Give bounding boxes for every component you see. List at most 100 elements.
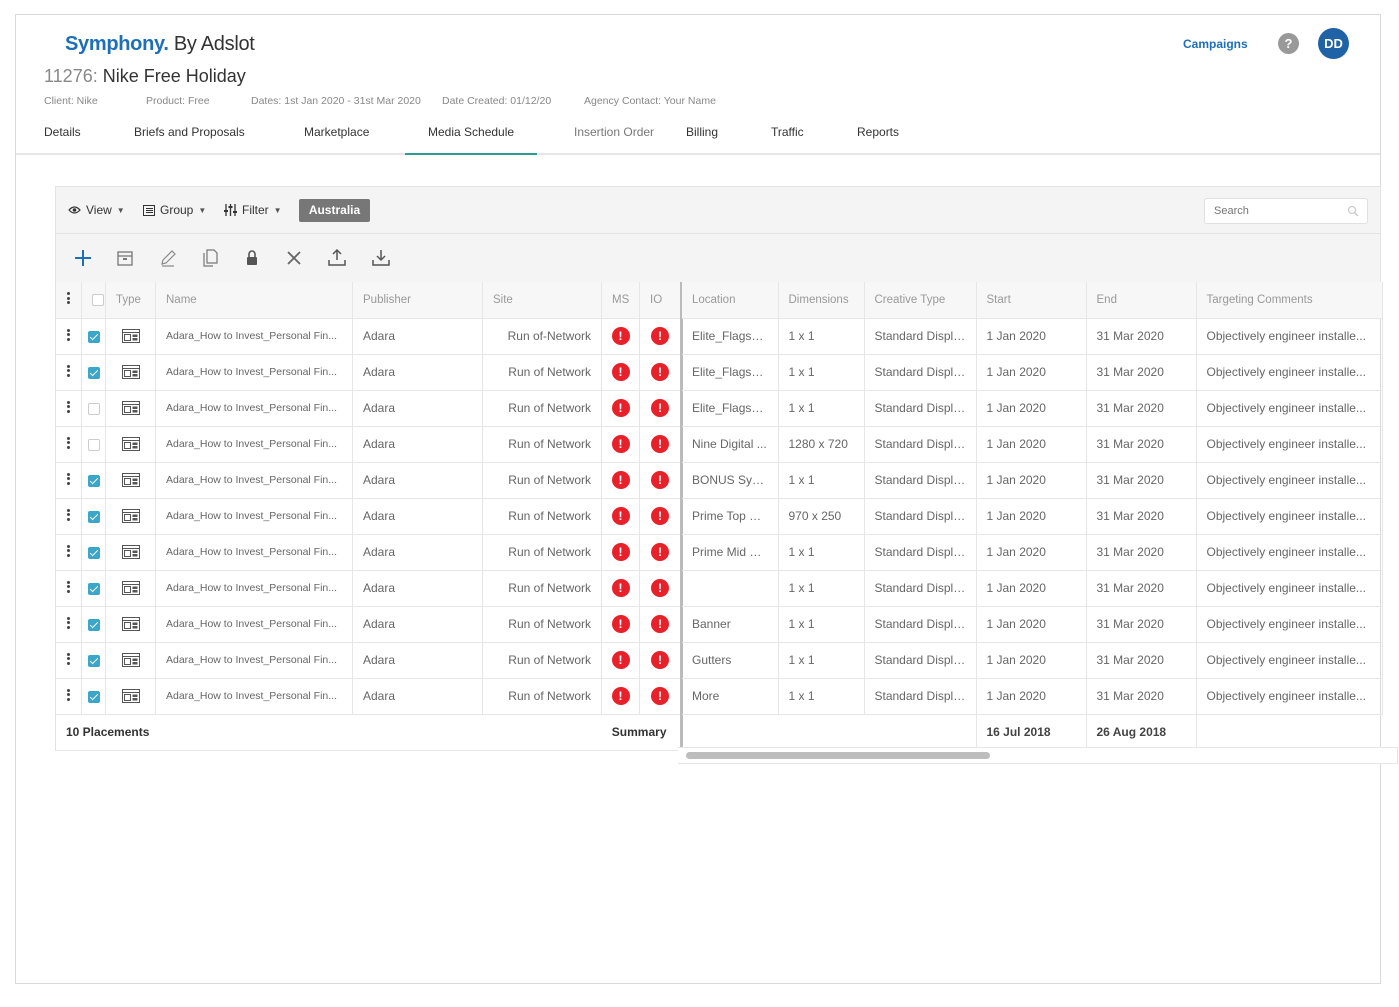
name-cell[interactable]: Adara_How to Invest_Personal Fin... — [155, 354, 353, 391]
table-row[interactable]: Adara_How to Invest_Personal Fin... Adara… — [55, 678, 681, 715]
col-header-targeting-comments[interactable]: Targeting Comments — [1196, 282, 1383, 319]
table-row[interactable]: Adara_How to Invest_Personal Fin... Adara… — [55, 570, 681, 607]
row-select[interactable] — [81, 678, 106, 715]
add-icon[interactable] — [72, 247, 94, 269]
table-row[interactable]: Elite_Flagsh... 1 x 1 Standard Display 1 Ja… — [682, 354, 1383, 391]
download-icon[interactable] — [370, 247, 392, 269]
row-menu[interactable] — [55, 642, 82, 679]
tab-media-schedule[interactable]: Media Schedule — [428, 125, 514, 139]
row-select[interactable] — [81, 462, 106, 499]
ms-status-cell[interactable]: ! — [601, 318, 640, 355]
table-row[interactable]: 1 x 1 Standard Display 1 Jan 2020 31 Mar 20… — [682, 570, 1383, 607]
tab-marketplace[interactable]: Marketplace — [304, 125, 369, 139]
row-select[interactable] — [81, 534, 106, 571]
table-row[interactable]: Adara_How to Invest_Personal Fin... Adara… — [55, 498, 681, 535]
row-select[interactable] — [81, 642, 106, 679]
group-menu-button[interactable]: Group ▼ — [143, 203, 206, 217]
ms-status-cell[interactable]: ! — [601, 390, 640, 427]
ms-status-cell[interactable]: ! — [601, 498, 640, 535]
error-icon[interactable]: ! — [651, 615, 669, 633]
error-icon[interactable]: ! — [651, 399, 669, 417]
error-icon[interactable]: ! — [651, 363, 669, 381]
col-header-start[interactable]: Start — [976, 282, 1087, 319]
io-status-cell[interactable]: ! — [639, 390, 681, 427]
row-checkbox[interactable] — [87, 366, 100, 379]
ms-status-cell[interactable]: ! — [601, 570, 640, 607]
name-cell[interactable]: Adara_How to Invest_Personal Fin... — [155, 570, 353, 607]
ms-status-cell[interactable]: ! — [601, 534, 640, 571]
col-header-site[interactable]: Site — [482, 282, 602, 319]
row-menu[interactable] — [55, 606, 82, 643]
row-menu[interactable] — [55, 390, 82, 427]
table-row[interactable]: Nine Digital ... 1280 x 720 Standard Displ… — [682, 426, 1383, 463]
horizontal-scrollbar[interactable] — [678, 747, 1398, 764]
name-cell[interactable]: Adara_How to Invest_Personal Fin... — [155, 642, 353, 679]
row-checkbox[interactable] — [87, 510, 100, 523]
row-menu[interactable] — [55, 318, 82, 355]
error-icon[interactable]: ! — [611, 435, 630, 453]
io-status-cell[interactable]: ! — [639, 678, 681, 715]
row-select[interactable] — [81, 570, 106, 607]
ms-status-cell[interactable]: ! — [601, 354, 640, 391]
col-header-type[interactable]: Type — [105, 282, 156, 319]
table-row[interactable]: BONUS Syd ... 1 x 1 Standard Display 1 Jan … — [682, 462, 1383, 499]
name-cell[interactable]: Adara_How to Invest_Personal Fin... — [155, 390, 353, 427]
ms-status-cell[interactable]: ! — [601, 606, 640, 643]
row-menu[interactable] — [55, 354, 82, 391]
row-checkbox[interactable] — [87, 690, 100, 703]
table-row[interactable]: Adara_How to Invest_Personal Fin... Adara… — [55, 318, 681, 355]
io-status-cell[interactable]: ! — [639, 318, 681, 355]
col-header-name[interactable]: Name — [155, 282, 353, 319]
row-menu[interactable] — [55, 426, 82, 463]
row-menu[interactable] — [55, 678, 82, 715]
table-row[interactable]: Adara_How to Invest_Personal Fin... Adara… — [55, 642, 681, 679]
table-row[interactable]: Prime Top C... 970 x 250 Standard Display 1… — [682, 498, 1383, 535]
select-all-header[interactable] — [81, 282, 106, 319]
search-input[interactable] — [1204, 198, 1368, 224]
ms-status-cell[interactable]: ! — [601, 426, 640, 463]
table-row[interactable]: Banner 1 x 1 Standard Display 1 Jan 2020 31 … — [682, 606, 1383, 643]
table-row[interactable]: Adara_How to Invest_Personal Fin... Adara… — [55, 534, 681, 571]
io-status-cell[interactable]: ! — [639, 354, 681, 391]
region-chip[interactable]: Australia — [299, 199, 370, 222]
name-cell[interactable]: Adara_How to Invest_Personal Fin... — [155, 426, 353, 463]
col-header-creative-type[interactable]: Creative Type — [864, 282, 977, 319]
error-icon[interactable]: ! — [611, 579, 630, 597]
col-header-io[interactable]: IO — [639, 282, 681, 319]
col-header-publisher[interactable]: Publisher — [352, 282, 483, 319]
name-cell[interactable]: Adara_How to Invest_Personal Fin... — [155, 606, 353, 643]
row-menu[interactable] — [55, 498, 82, 535]
row-menu[interactable] — [55, 534, 82, 571]
row-select[interactable] — [81, 498, 106, 535]
row-checkbox[interactable] — [87, 546, 100, 559]
table-row[interactable]: Elite_Flagsh... 1 x 1 Standard Display 1 Ja… — [682, 390, 1383, 427]
row-menu-header[interactable] — [55, 282, 82, 319]
table-row[interactable]: Prime Mid C... 1 x 1 Standard Display 1 Jan… — [682, 534, 1383, 571]
scrollbar-thumb[interactable] — [686, 752, 990, 759]
row-menu[interactable] — [55, 462, 82, 499]
error-icon[interactable]: ! — [611, 399, 630, 417]
row-checkbox[interactable] — [87, 330, 100, 343]
row-checkbox[interactable] — [87, 474, 100, 487]
col-header-location[interactable]: Location — [682, 282, 779, 319]
error-icon[interactable]: ! — [611, 687, 630, 705]
table-row[interactable]: Adara_How to Invest_Personal Fin... Adara… — [55, 390, 681, 427]
name-cell[interactable]: Adara_How to Invest_Personal Fin... — [155, 678, 353, 715]
error-icon[interactable]: ! — [651, 435, 669, 453]
ms-status-cell[interactable]: ! — [601, 642, 640, 679]
edit-icon[interactable] — [157, 247, 179, 269]
row-select[interactable] — [81, 606, 106, 643]
table-row[interactable]: Elite_Flagsh... 1 x 1 Standard Display 1 Ja… — [682, 318, 1383, 355]
io-status-cell[interactable]: ! — [639, 606, 681, 643]
tab-reports[interactable]: Reports — [857, 125, 899, 139]
error-icon[interactable]: ! — [611, 651, 630, 669]
tab-details[interactable]: Details — [44, 125, 81, 139]
col-header-dimensions[interactable]: Dimensions — [778, 282, 865, 319]
table-row[interactable]: Adara_How to Invest_Personal Fin... Adara… — [55, 462, 681, 499]
io-status-cell[interactable]: ! — [639, 462, 681, 499]
table-row[interactable]: Gutters 1 x 1 Standard Display 1 Jan 2020 31… — [682, 642, 1383, 679]
name-cell[interactable]: Adara_How to Invest_Personal Fin... — [155, 534, 353, 571]
row-select[interactable] — [81, 426, 106, 463]
error-icon[interactable]: ! — [651, 507, 669, 525]
io-status-cell[interactable]: ! — [639, 642, 681, 679]
